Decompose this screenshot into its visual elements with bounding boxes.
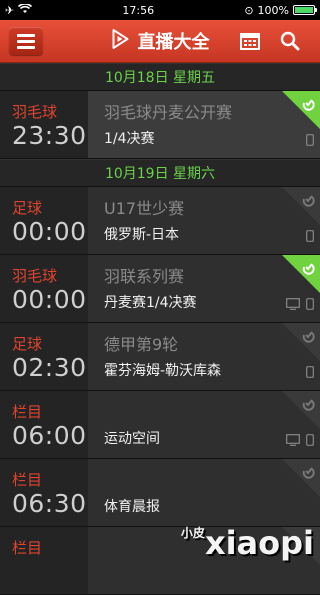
orientation-lock-icon: ⊙ <box>244 3 254 17</box>
status-time: 17:56 <box>122 3 155 17</box>
phone-icon <box>306 298 314 310</box>
time-label: 00:00 <box>12 285 87 314</box>
play-icon <box>111 28 131 54</box>
category-label: 足球 <box>12 335 43 353</box>
phone-icon <box>306 230 314 242</box>
reminder-badge-icon[interactable] <box>282 91 320 129</box>
phone-icon <box>306 134 314 146</box>
event-detail: 体育晨报 <box>104 499 160 515</box>
calendar-icon <box>240 33 260 50</box>
time-label: 00:00 <box>12 217 87 246</box>
list-item[interactable]: 羽毛球 00:00 羽联系列赛 丹麦赛1/4决赛 <box>0 255 320 323</box>
reminder-badge-icon[interactable] <box>282 391 320 429</box>
watermark-logo: 小皮xiaopi <box>180 524 314 562</box>
list-item[interactable]: 栏目 06:30 体育晨报 <box>0 459 320 527</box>
category-label: 栏目 <box>12 539 43 557</box>
time-label: 23:30 <box>12 121 87 150</box>
wifi-icon <box>18 2 33 17</box>
reminder-badge-icon[interactable] <box>282 323 320 361</box>
battery-icon <box>293 5 317 15</box>
phone-icon <box>306 366 314 378</box>
category-label: 栏目 <box>12 403 43 421</box>
battery-percent: 100% <box>257 3 289 17</box>
category-label: 足球 <box>12 199 43 217</box>
top-navigation-bar: 直播大全 <box>0 20 320 63</box>
phone-icon <box>306 434 314 446</box>
date-header: 10月19日 星期六 <box>0 159 320 187</box>
time-label: 06:00 <box>12 421 87 450</box>
time-label: 06:30 <box>12 489 87 518</box>
category-label: 羽毛球 <box>12 267 58 285</box>
list-item[interactable]: 足球 00:00 U17世少赛 俄罗斯-日本 <box>0 187 320 255</box>
search-icon <box>280 31 300 51</box>
calendar-button[interactable] <box>230 20 270 62</box>
reminder-badge-icon[interactable] <box>282 255 320 293</box>
category-label: 羽毛球 <box>12 103 58 121</box>
time-label: 02:30 <box>12 353 87 382</box>
list-item[interactable]: 羽毛球 23:30 羽毛球丹麦公开赛 1/4决赛 <box>0 91 320 159</box>
list-item[interactable]: 栏目 06:00 运动空间 <box>0 391 320 459</box>
reminder-badge-icon[interactable] <box>282 187 320 225</box>
tv-icon <box>286 298 300 310</box>
airplane-icon: ✈ <box>5 3 15 17</box>
event-detail: 俄罗斯-日本 <box>104 227 180 243</box>
menu-button[interactable] <box>9 27 43 55</box>
search-button[interactable] <box>270 20 310 62</box>
reminder-badge-icon[interactable] <box>282 459 320 497</box>
tv-icon <box>286 434 300 446</box>
date-header: 10月18日 星期五 <box>0 63 320 91</box>
schedule-list: 10月18日 星期五 羽毛球 23:30 羽毛球丹麦公开赛 1/4决赛 10月1… <box>0 63 320 595</box>
category-label: 栏目 <box>12 471 43 489</box>
event-detail: 1/4决赛 <box>104 131 155 147</box>
header-title-group: 直播大全 <box>111 28 210 54</box>
status-bar: ✈ 17:56 ⊙ 100% <box>0 0 320 20</box>
list-item[interactable]: 足球 02:30 德甲第9轮 霍芬海姆-勒沃库森 <box>0 323 320 391</box>
event-detail: 霍芬海姆-勒沃库森 <box>104 363 222 379</box>
page-title: 直播大全 <box>137 32 210 53</box>
